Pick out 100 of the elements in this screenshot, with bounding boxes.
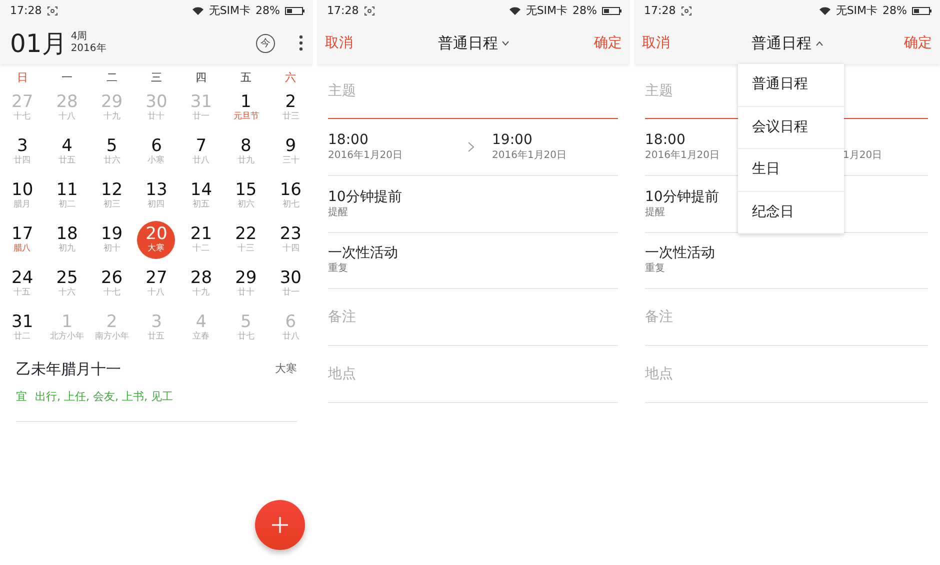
location-field[interactable]: 地点	[328, 346, 618, 402]
lunar-label: 廿三	[282, 112, 300, 122]
day-number[interactable]: 5	[106, 138, 118, 156]
setting-value[interactable]: 一次性活动	[328, 245, 398, 262]
day-number[interactable]: 12	[100, 182, 123, 200]
day-number[interactable]: 9	[285, 138, 296, 156]
event-type-title[interactable]: 普通日程	[752, 32, 812, 54]
lunar-label: 初六	[237, 200, 254, 210]
notes-field[interactable]: 备注	[645, 289, 928, 345]
day-number[interactable]: 7	[196, 138, 207, 156]
selected-day[interactable]: 20 大寒	[137, 221, 176, 259]
day-number[interactable]: 2	[285, 94, 296, 112]
menu-item[interactable]: 纪念日	[738, 192, 844, 234]
lunar-label: 十七	[14, 112, 31, 122]
menu-item[interactable]: 普通日程	[738, 64, 844, 106]
day-number[interactable]: 14	[190, 182, 212, 200]
start-time[interactable]: 18:00	[328, 132, 468, 149]
day-number[interactable]: 25	[56, 270, 78, 288]
carrier-text: 无SIM卡	[208, 2, 251, 19]
day-number[interactable]: 30	[280, 270, 302, 288]
day-number[interactable]: 22	[235, 226, 257, 244]
start-date[interactable]: 2016年1月20日	[328, 148, 468, 162]
more-menu-icon	[299, 35, 303, 51]
day-number[interactable]: 10	[12, 182, 34, 200]
day-number[interactable]: 26	[100, 270, 123, 288]
day-number[interactable]: 27	[146, 270, 168, 288]
lunar-label: 初四	[148, 200, 165, 210]
lunar-label: 十二	[192, 244, 210, 254]
day-number[interactable]: 1	[240, 94, 252, 112]
end-date[interactable]: 1月20日	[843, 148, 882, 162]
lunar-label: 廿十	[237, 288, 254, 298]
lunar-label: 廿九	[237, 156, 254, 166]
week-number: 4周	[70, 31, 88, 43]
day-number[interactable]: 29	[235, 270, 257, 288]
day-number[interactable]: 31	[12, 314, 34, 332]
cancel-link[interactable]: 取消	[325, 32, 353, 54]
notes-field[interactable]: 备注	[328, 289, 618, 345]
lunar-label: 初二	[58, 200, 76, 210]
day-number[interactable]: 8	[240, 138, 252, 156]
cancel-link[interactable]: 取消	[642, 32, 670, 54]
screenshot-icon	[364, 6, 375, 16]
day-number[interactable]: 13	[146, 182, 168, 200]
menu-item[interactable]: 生日	[738, 149, 844, 192]
battery-percent: 28%	[256, 2, 280, 19]
add-button[interactable]	[255, 500, 305, 550]
day-number[interactable]: 23	[280, 226, 302, 244]
lunar-label: 廿四	[14, 156, 31, 166]
solar-term: 大寒	[275, 361, 297, 377]
event-type-title[interactable]: 普通日程	[438, 32, 498, 54]
wifi-icon	[818, 6, 831, 16]
setting-value[interactable]: 一次性活动	[645, 245, 715, 262]
lunar-label: 廿七	[237, 332, 254, 342]
day-number[interactable]: 28	[190, 270, 212, 288]
screenshot-icon	[680, 6, 692, 16]
confirm-link[interactable]: 确定	[904, 32, 932, 54]
day-number[interactable]: 6	[151, 138, 162, 156]
month-title: 01月	[10, 30, 67, 56]
day-number[interactable]: 4	[62, 138, 72, 156]
day-number[interactable]: 17	[12, 226, 34, 244]
carrier-text: 无SIM卡	[526, 2, 568, 19]
lunar-label: 南方小年	[94, 332, 129, 342]
weekday-label: 日	[16, 70, 29, 86]
day-number[interactable]: 18	[56, 226, 78, 244]
lunar-label: 初七	[282, 200, 300, 210]
day-number[interactable]: 11	[56, 182, 78, 200]
day-number[interactable]: 21	[190, 226, 212, 244]
wifi-icon	[508, 6, 521, 16]
lunar-label: 北方小年	[50, 332, 84, 342]
lunar-label: 廿一	[282, 288, 300, 298]
subject-field[interactable]: 主题	[328, 64, 618, 119]
day-number[interactable]: 24	[12, 270, 34, 288]
end-time[interactable]: 19:00	[492, 132, 567, 149]
battery-percent: 28%	[572, 2, 597, 19]
menu-item[interactable]: 会议日程	[738, 106, 844, 149]
lunar-label: 三十	[282, 156, 300, 166]
lunar-label: 十九	[103, 112, 120, 122]
setting-value[interactable]: 10分钟提前	[328, 188, 402, 206]
battery-icon	[602, 6, 622, 16]
weekday-label: 三	[150, 70, 163, 86]
weekday-label: 四	[194, 70, 208, 86]
lunar-label: 腊八	[14, 244, 31, 254]
battery-icon	[912, 6, 932, 16]
status-time: 17:28	[327, 2, 359, 19]
day-number[interactable]: 15	[235, 182, 257, 200]
setting-value[interactable]: 10分钟提前	[645, 188, 719, 206]
location-field[interactable]: 地点	[645, 346, 928, 402]
day-number[interactable]: 16	[280, 182, 302, 200]
end-date[interactable]: 2016年1月20日	[492, 148, 567, 162]
lunar-date: 乙未年腊月十一	[16, 359, 121, 380]
lunar-label: 初五	[192, 200, 210, 210]
lunar-label: 大寒	[148, 244, 165, 254]
lunar-label: 腊月	[14, 200, 31, 210]
day-number[interactable]: 19	[100, 226, 123, 244]
lunar-label: 十八	[58, 112, 76, 122]
day-number[interactable]: 3	[16, 138, 28, 156]
confirm-link[interactable]: 确定	[594, 32, 622, 54]
lunar-label: 廿六	[103, 156, 120, 166]
lunar-label: 初九	[58, 244, 76, 254]
today-button[interactable]: 今	[256, 34, 275, 52]
status-time: 17:28	[10, 2, 42, 19]
